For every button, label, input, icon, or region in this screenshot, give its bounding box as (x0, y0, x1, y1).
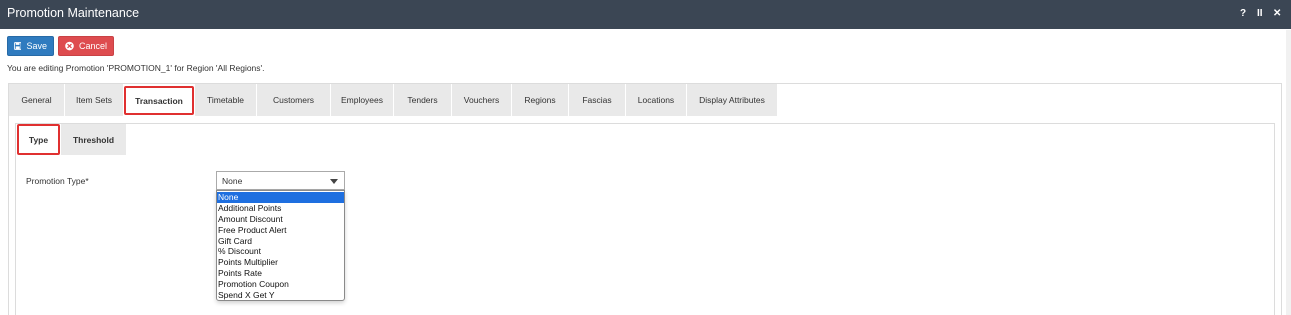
tab-locations[interactable]: Locations (626, 84, 686, 116)
tab-display-attributes[interactable]: Display Attributes (687, 84, 777, 116)
cancel-button[interactable]: Cancel (58, 36, 114, 56)
tab-timetable[interactable]: Timetable (195, 84, 256, 116)
save-button-label: Save (26, 41, 47, 51)
dropdown-option[interactable]: Free Product Alert (217, 225, 344, 236)
dropdown-option[interactable]: Promotion Coupon (217, 279, 344, 290)
main-tab-bar: General Item Sets Transaction Timetable … (9, 84, 778, 116)
close-icon[interactable]: ✕ (1273, 8, 1281, 19)
dropdown-option[interactable]: None (217, 192, 344, 203)
sub-tab-panel (15, 123, 1275, 315)
promotion-type-select[interactable]: None (216, 171, 345, 190)
chevron-down-icon (330, 179, 338, 184)
dropdown-option[interactable]: Points Multiplier (217, 257, 344, 268)
tab-employees[interactable]: Employees (331, 84, 393, 116)
tab-customers[interactable]: Customers (257, 84, 330, 116)
cancel-circle-icon (65, 41, 74, 51)
promotion-type-label: Promotion Type* (26, 176, 89, 186)
dropdown-option[interactable]: Spend X Get Y (217, 290, 344, 301)
save-button[interactable]: Save (7, 36, 54, 56)
window-title: Promotion Maintenance (7, 6, 140, 20)
promotion-type-selected-value: None (222, 176, 243, 186)
tab-general[interactable]: General (9, 84, 64, 116)
dropdown-option[interactable]: Gift Card (217, 236, 344, 247)
dropdown-option[interactable]: Amount Discount (217, 214, 344, 225)
cancel-button-label: Cancel (78, 41, 107, 51)
window-titlebar: Promotion Maintenance ? II ✕ (0, 0, 1291, 29)
tab-regions[interactable]: Regions (512, 84, 568, 116)
floppy-disk-icon (14, 42, 22, 50)
dropdown-option[interactable]: Points Rate (217, 268, 344, 279)
dropdown-option[interactable]: % Discount (217, 246, 344, 257)
scrollbar[interactable] (1286, 30, 1291, 315)
dropdown-option[interactable]: Additional Points (217, 203, 344, 214)
tab-tenders[interactable]: Tenders (394, 84, 451, 116)
tab-fascias[interactable]: Fascias (569, 84, 625, 116)
tab-vouchers[interactable]: Vouchers (452, 84, 511, 116)
pause-icon[interactable]: II (1257, 8, 1263, 19)
subtab-type[interactable]: Type (17, 124, 60, 155)
editing-message: You are editing Promotion 'PROMOTION_1' … (7, 63, 265, 73)
help-icon[interactable]: ? (1240, 8, 1246, 19)
subtab-threshold[interactable]: Threshold (61, 124, 126, 155)
tab-item-sets[interactable]: Item Sets (65, 84, 123, 116)
promotion-type-dropdown-list: None Additional Points Amount Discount F… (216, 190, 345, 301)
tab-transaction[interactable]: Transaction (124, 86, 194, 115)
